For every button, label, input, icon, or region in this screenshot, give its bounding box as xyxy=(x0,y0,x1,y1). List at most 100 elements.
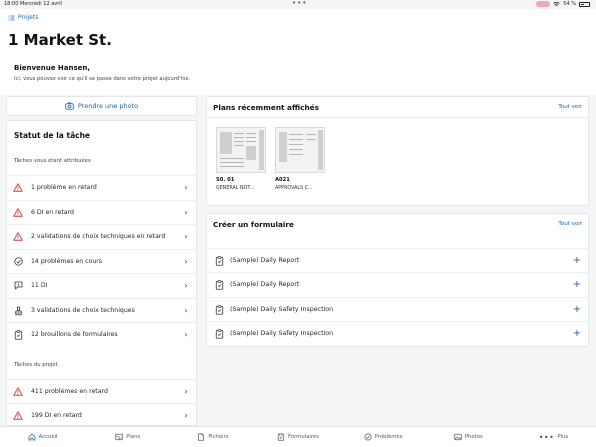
form-icon xyxy=(13,329,23,340)
plan-number: S0. 01 xyxy=(216,177,235,183)
multitasking-dots-icon[interactable]: ••• xyxy=(292,0,307,7)
project-tasks-heading: Tâches du projet xyxy=(14,362,58,368)
projects-link-label: Projets xyxy=(18,14,39,21)
battery-icon xyxy=(579,1,590,7)
warning-icon xyxy=(13,232,23,242)
chevron-right-icon: › xyxy=(184,411,188,420)
task-row-overdue-issues[interactable]: 1 problème en retard › xyxy=(7,175,196,199)
tab-label: Photos xyxy=(464,434,483,440)
tab-label: Plans xyxy=(126,434,141,440)
chevron-right-icon: › xyxy=(184,281,188,290)
form-template-row[interactable]: (Sample) Daily Safety Inspection + xyxy=(207,297,588,321)
home-icon xyxy=(28,433,35,441)
submittal-icon xyxy=(13,306,23,316)
form-template-label: (Sample) Daily Report xyxy=(230,281,300,288)
task-status-card: Statut de la tâche Tâches vous étant att… xyxy=(6,120,197,426)
task-row-overdue-rfis[interactable]: 6 DI en retard › xyxy=(7,200,196,224)
issues-icon xyxy=(364,433,372,441)
task-status-title: Statut de la tâche xyxy=(14,131,90,140)
tab-label: Accueil xyxy=(38,434,58,440)
plus-icon[interactable]: + xyxy=(572,328,582,339)
tab-photos[interactable]: Photos xyxy=(426,427,511,447)
form-icon xyxy=(214,255,224,266)
warning-icon xyxy=(13,411,23,421)
status-time: 18:00 Mercredi 12 avril xyxy=(4,1,63,7)
rfi-icon xyxy=(13,281,23,291)
task-label: 11 DI xyxy=(31,282,48,289)
task-row-project-overdue-rfis[interactable]: 199 DI en retard › xyxy=(7,403,196,425)
plan-thumbnail[interactable]: A021 APPROVALS C... xyxy=(275,127,325,195)
task-label: 411 problèmes en retard xyxy=(31,388,108,395)
tab-label: Formulaires xyxy=(288,434,319,440)
warning-icon xyxy=(13,387,23,397)
list-icon xyxy=(8,15,15,20)
welcome-text: Bienvenue Hansen, xyxy=(14,64,91,72)
bottom-tab-bar: Accueil Plans Fichiers Formulaires Probl… xyxy=(0,426,596,447)
plan-sheet-preview xyxy=(216,127,266,173)
form-template-label: (Sample) Daily Safety Inspection xyxy=(230,330,334,337)
warning-icon xyxy=(13,208,23,218)
chevron-right-icon: › xyxy=(184,387,188,396)
form-icon xyxy=(214,304,224,315)
task-row-draft-forms[interactable]: 12 brouillons de formulaires › xyxy=(7,322,196,346)
status-bar: 18:00 Mercredi 12 avril ••• 54 % xyxy=(0,0,596,9)
tab-files[interactable]: Fichiers xyxy=(170,427,255,447)
files-icon xyxy=(198,433,205,441)
task-label: 3 validations de choix techniques xyxy=(31,307,135,314)
project-header: Projets 1 Market St. Bienvenue Hansen, I… xyxy=(0,9,596,95)
welcome-subtitle: Ici, vous pouvez voir ce qu'il se passe … xyxy=(14,76,191,82)
projects-link[interactable]: Projets xyxy=(8,14,38,21)
form-template-label: (Sample) Daily Safety Inspection xyxy=(230,306,334,313)
task-label: 12 brouillons de formulaires xyxy=(31,331,118,338)
form-template-label: (Sample) Daily Report xyxy=(230,257,300,264)
task-label: 6 DI en retard xyxy=(31,209,74,216)
chevron-right-icon: › xyxy=(184,183,188,192)
create-form-see-all-link[interactable]: Tout voir xyxy=(558,221,582,227)
form-template-row[interactable]: (Sample) Daily Safety Inspection + xyxy=(207,321,588,345)
tab-home[interactable]: Accueil xyxy=(0,427,85,447)
assigned-tasks-heading: Tâches vous étant attribuées xyxy=(14,158,91,164)
form-template-row[interactable]: (Sample) Daily Report + xyxy=(207,272,588,296)
task-row-open-issues[interactable]: 14 problèmes en cours › xyxy=(7,249,196,273)
plus-icon[interactable]: + xyxy=(572,304,582,315)
tab-issues[interactable]: Problèmes xyxy=(341,427,426,447)
task-row-overdue-submittals[interactable]: 2 validations de choix techniques en ret… xyxy=(7,224,196,248)
more-icon: ••• xyxy=(538,432,555,442)
plan-thumbnail[interactable]: S0. 01 GENERAL NOT... xyxy=(216,127,266,195)
plus-icon[interactable]: + xyxy=(572,255,582,266)
tab-label: Problèmes xyxy=(374,434,403,440)
plan-name: GENERAL NOT... xyxy=(216,186,255,191)
chevron-right-icon: › xyxy=(184,306,188,315)
wifi-icon xyxy=(553,1,561,6)
plans-icon xyxy=(115,433,123,441)
form-template-row[interactable]: (Sample) Daily Report + xyxy=(207,248,588,272)
task-label: 14 problèmes en cours xyxy=(31,258,103,265)
tab-plans[interactable]: Plans xyxy=(85,427,170,447)
tab-forms[interactable]: Formulaires xyxy=(255,427,340,447)
tab-more[interactable]: ••• Plus xyxy=(511,427,596,447)
photos-icon xyxy=(454,433,462,441)
plan-sheet-preview xyxy=(275,127,325,173)
divider xyxy=(207,117,588,118)
task-row-submittals[interactable]: 3 validations de choix techniques › xyxy=(7,298,196,322)
tab-label: Fichiers xyxy=(208,434,229,440)
plan-number: A021 xyxy=(275,177,290,183)
recent-plans-card: Plans récemment affichés Tout voir S0. 0… xyxy=(206,96,589,206)
camera-icon xyxy=(65,102,74,110)
form-icon xyxy=(214,279,224,290)
chevron-right-icon: › xyxy=(184,208,188,217)
recording-indicator-icon xyxy=(536,1,551,7)
page-title: 1 Market St. xyxy=(8,31,112,49)
take-photo-button[interactable]: Prendre une photo xyxy=(6,96,197,116)
issue-icon xyxy=(13,257,23,267)
battery-percent: 54 % xyxy=(563,1,576,7)
warning-icon xyxy=(13,183,23,193)
plus-icon[interactable]: + xyxy=(572,279,582,290)
task-row-rfis[interactable]: 11 DI › xyxy=(7,273,196,297)
task-label: 2 validations de choix techniques en ret… xyxy=(31,233,166,240)
create-form-title: Créer un formulaire xyxy=(213,220,294,229)
forms-icon xyxy=(277,433,285,441)
task-row-project-overdue-issues[interactable]: 411 problèmes en retard › xyxy=(7,379,196,403)
chevron-right-icon: › xyxy=(184,330,188,339)
recent-plans-see-all-link[interactable]: Tout voir xyxy=(558,104,582,110)
